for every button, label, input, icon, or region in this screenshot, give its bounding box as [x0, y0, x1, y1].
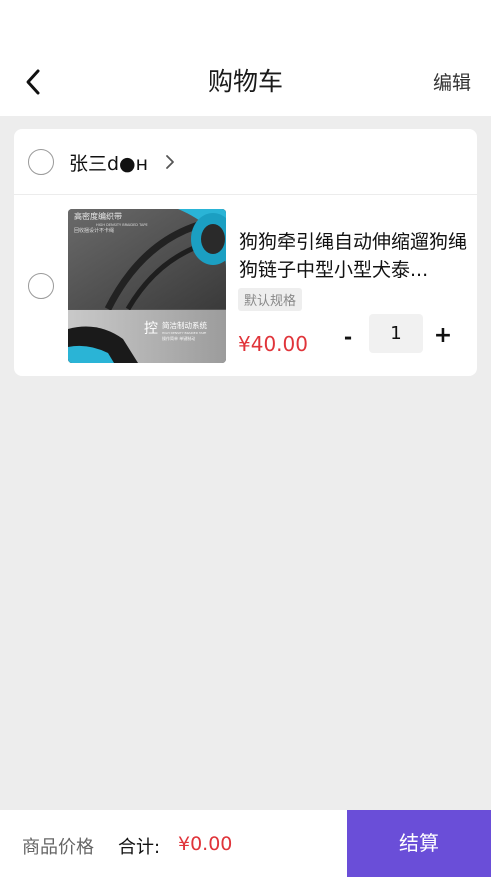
product-thumbnail[interactable]: 高密度编织带 HIGH DENSITY BRAIDED TAPE 回收捆设计不卡… [68, 209, 226, 363]
shop-select-radio[interactable] [28, 149, 54, 175]
total-value: ¥0.00 [178, 833, 233, 855]
edit-button[interactable]: 编辑 [433, 68, 471, 95]
product-title[interactable]: 狗狗牵引绳自动伸缩遛狗绳狗链子中型小型犬泰... [239, 228, 471, 284]
shop-name[interactable]: 张三d●н [69, 149, 148, 176]
thumb-text-6: HIGH DENSITY BRAIDED TAPE [162, 331, 206, 335]
chevron-right-icon[interactable] [163, 153, 177, 171]
thumb-text-2: HIGH DENSITY BRAIDED TAPE [96, 223, 148, 227]
thumb-text-7: 操作简单 单键制动 [162, 335, 195, 341]
quantity-decrease-button[interactable]: - [340, 325, 356, 353]
total-label: 合计: [118, 837, 161, 858]
page-title: 购物车 [207, 67, 283, 96]
price-label: 商品价格 [22, 837, 94, 858]
quantity-input[interactable]: 1 [369, 314, 423, 353]
thumb-text-1: 高密度编织带 [74, 211, 122, 221]
spec-badge: 默认规格 [238, 288, 303, 311]
thumb-text-3: 回收捆设计不卡绳 [74, 227, 114, 234]
top-navigation-bar: 购物车 编辑 [0, 0, 491, 116]
checkout-bar: 商品价格 合计: ¥0.00 结算 [0, 810, 491, 877]
cart-shop-card: 张三d●н 高密度编织带 HIGH DENSITY BRAIDED TAPE 回… [14, 129, 477, 376]
item-select-radio[interactable] [28, 273, 54, 299]
checkout-button[interactable]: 结算 [347, 810, 491, 877]
thumb-text-4: 控 [144, 321, 158, 337]
shop-row[interactable]: 张三d●н [14, 129, 477, 195]
thumb-text-5: 简洁制动系统 [162, 320, 207, 330]
quantity-increase-button[interactable]: + [433, 323, 453, 351]
product-price: ¥40.00 [238, 332, 308, 356]
